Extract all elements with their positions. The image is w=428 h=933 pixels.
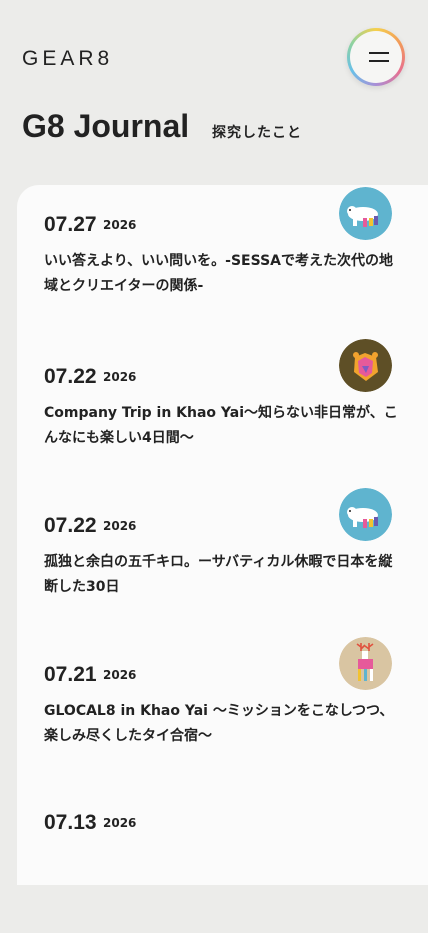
page-subtitle: 探究したこと — [212, 125, 302, 141]
entry-date: 07.21 — [44, 663, 97, 686]
entry-year: 2026 — [103, 816, 137, 830]
hamburger-menu-icon — [350, 31, 402, 83]
entry-date: 07.22 — [44, 365, 97, 388]
entry-title[interactable]: GLOCAL8 in Khao Yai 〜ミッションをこなしつつ、楽しみ尽くした… — [44, 699, 404, 749]
bear-face-icon — [339, 339, 392, 392]
entry-date: 07.22 — [44, 514, 97, 537]
journal-list: 07.27 2026 いい答えより、いい問いを。-SESSAで考えた次代の地域と… — [17, 185, 428, 885]
journal-entry[interactable]: 07.22 2026 Company Trip in Khao Yai〜知らない… — [17, 337, 417, 487]
site-logo[interactable]: GEAR8 — [22, 47, 113, 71]
entry-year: 2026 — [103, 519, 137, 533]
journal-entry[interactable]: 07.22 2026 孤独と余白の五千キロ。ーサバティカル休暇で日本を縦断した3… — [17, 486, 417, 636]
journal-entry[interactable]: 07.13 2026 — [17, 783, 417, 933]
polar-bear-icon — [339, 187, 392, 240]
polar-bear-icon — [339, 488, 392, 541]
entry-year: 2026 — [103, 370, 137, 384]
journal-entry[interactable]: 07.27 2026 いい答えより、いい問いを。-SESSAで考えた次代の地域と… — [17, 185, 417, 335]
entry-date: 07.13 — [44, 811, 97, 834]
entry-title[interactable]: いい答えより、いい問いを。-SESSAで考えた次代の地域とクリエイターの関係- — [44, 249, 404, 299]
entry-title[interactable]: Company Trip in Khao Yai〜知らない非日常が、こんなにも楽… — [44, 401, 404, 451]
page-title: G8 Journal — [22, 108, 190, 144]
journal-entry[interactable]: 07.21 2026 GLOCAL8 in Khao Yai 〜ミッションをこな… — [17, 635, 417, 785]
entry-title[interactable]: 孤独と余白の五千キロ。ーサバティカル休暇で日本を縦断した30日 — [44, 550, 404, 600]
entry-year: 2026 — [103, 218, 137, 232]
menu-button[interactable] — [347, 28, 405, 86]
entry-date: 07.27 — [44, 213, 97, 236]
entry-year: 2026 — [103, 668, 137, 682]
deer-icon — [339, 637, 392, 690]
site-header: GEAR8 — [0, 0, 428, 110]
